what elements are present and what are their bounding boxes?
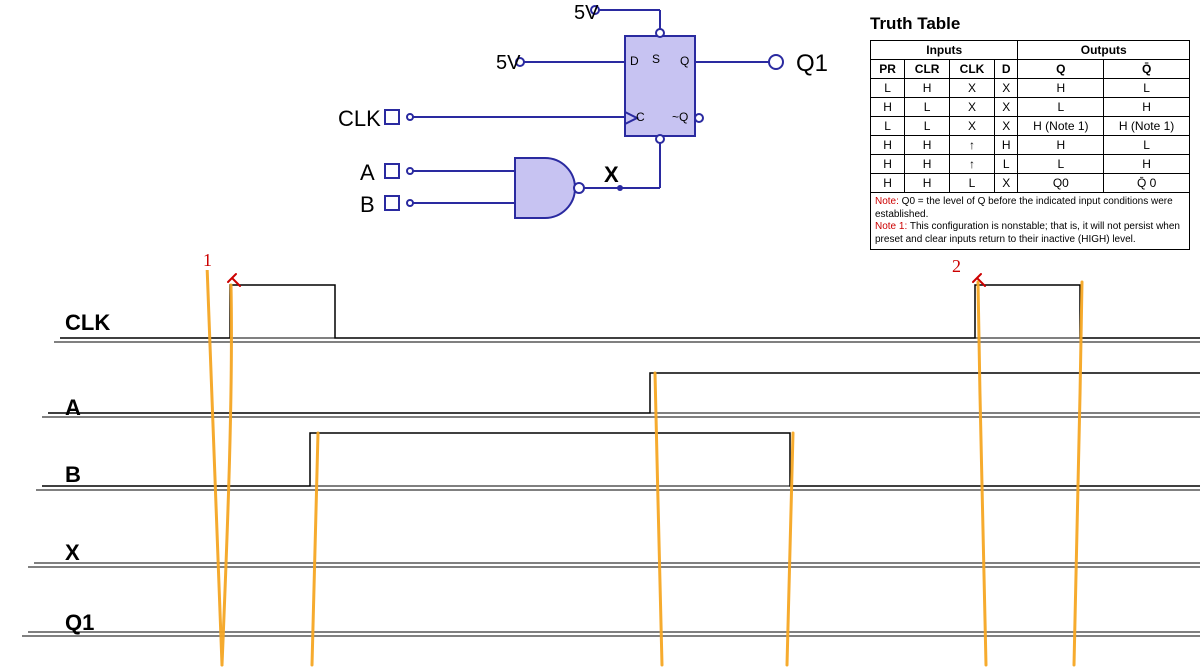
- truth-table-block: Truth Table Inputs Outputs PR CLR CLK D …: [870, 14, 1190, 250]
- clk-pad-label: CLK: [338, 106, 381, 132]
- b-pad-label: B: [360, 192, 375, 218]
- vcc-d-label: 5V: [496, 52, 520, 75]
- truth-table: Inputs Outputs PR CLR CLK D Q Q̄ LHXXHLH…: [870, 40, 1190, 193]
- pin-q: Q: [680, 54, 689, 68]
- truth-notes: Note: Q0 = the level of Q before the ind…: [870, 193, 1190, 250]
- q1-out-label: Q1: [796, 50, 828, 78]
- truth-outputs-header: Outputs: [1018, 41, 1190, 60]
- truth-inputs-header: Inputs: [871, 41, 1018, 60]
- truth-row: LHXXHL: [871, 79, 1190, 98]
- pin-d: D: [630, 54, 639, 68]
- truth-row: HLXXLH: [871, 98, 1190, 117]
- a-pad-label: A: [360, 160, 375, 186]
- pin-s: S: [652, 52, 660, 66]
- truth-row: HH↑HHL: [871, 136, 1190, 155]
- truth-row: HH↑LLH: [871, 155, 1190, 174]
- annotation-2: 2: [952, 256, 961, 277]
- pin-nq: ~Q: [672, 110, 688, 124]
- circuit-diagram: [330, 0, 870, 230]
- truth-table-title: Truth Table: [870, 14, 1190, 34]
- pin-c: C: [636, 110, 645, 124]
- truth-col-row: PR CLR CLK D Q Q̄: [871, 60, 1190, 79]
- truth-row: LLXXH (Note 1)H (Note 1): [871, 117, 1190, 136]
- annotation-1: 1: [203, 250, 212, 271]
- truth-row: HHLXQ0Q̄ 0: [871, 174, 1190, 193]
- timing-diagram: [0, 270, 1200, 669]
- vcc-pre-label: 5V: [574, 2, 598, 25]
- x-node-label: X: [604, 162, 619, 188]
